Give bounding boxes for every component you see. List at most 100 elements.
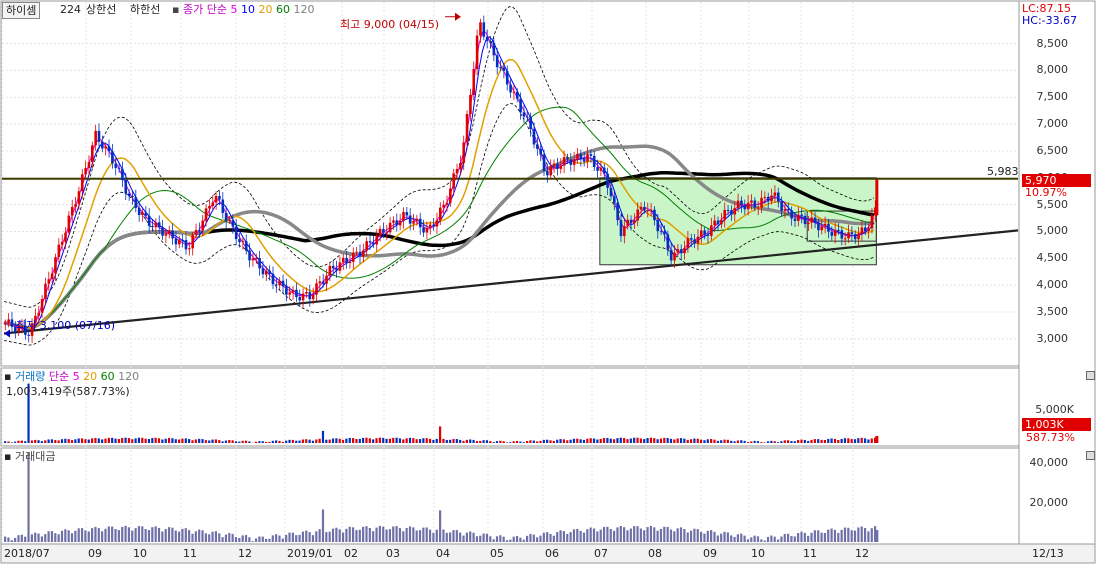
- amount-bar: [228, 532, 231, 542]
- amount-bar: [301, 531, 305, 542]
- volume-bar: [442, 438, 445, 443]
- price-y-tick: 8,500: [1036, 36, 1069, 50]
- candle-body: [542, 154, 546, 171]
- amount-bar: [663, 526, 666, 542]
- volume-bar: [592, 438, 596, 443]
- candle-body: [54, 257, 57, 274]
- amount-close-icon[interactable]: [1086, 451, 1095, 460]
- candle-body: [669, 249, 673, 261]
- volume-bar: [549, 440, 552, 443]
- amount-bar: [341, 532, 345, 542]
- chart-window: 하이셈 224 상한선 하한선 ▪ 종가 단순 5 10 20 60 120 L…: [0, 0, 1096, 564]
- stock-name-box[interactable]: 하이셈: [2, 2, 41, 19]
- volume-bar: [234, 441, 238, 443]
- amount-bar: [730, 535, 733, 542]
- candle-body: [817, 223, 820, 231]
- candle-body: [241, 241, 245, 243]
- candle-body: [753, 200, 757, 208]
- volume-close-icon[interactable]: [1086, 371, 1095, 380]
- volume-bar: [231, 440, 234, 443]
- candle-body: [428, 224, 432, 228]
- volume-bar: [412, 438, 415, 443]
- volume-bar: [7, 441, 10, 443]
- hc-value: HC:-33.67: [1022, 14, 1078, 27]
- candle-body: [793, 218, 797, 221]
- amount-bar: [827, 529, 830, 542]
- amount-bar: [459, 532, 462, 542]
- volume-bar: [659, 438, 663, 443]
- candle-body: [141, 212, 144, 216]
- volume-bar: [556, 439, 559, 443]
- candle-body: [676, 249, 680, 253]
- candle-body: [385, 232, 389, 234]
- amount-bar: [830, 528, 833, 542]
- amount-bar: [10, 540, 13, 542]
- volume-bar: [50, 439, 54, 443]
- volume-bar: [482, 440, 485, 443]
- amount-bar: [167, 527, 171, 542]
- volume-bar: [40, 441, 44, 443]
- candle-body: [439, 207, 442, 221]
- volume-bar: [693, 438, 696, 443]
- volume-bar: [562, 439, 566, 443]
- candle-body: [495, 55, 499, 68]
- volume-bar: [706, 439, 709, 443]
- limit-up-label: 상한선: [86, 3, 117, 16]
- amount-bar: [295, 535, 298, 542]
- volume-bar: [398, 438, 402, 443]
- candle-body: [830, 231, 834, 236]
- candle-body: [837, 229, 840, 231]
- volume-bar: [760, 442, 763, 443]
- amount-bar: [549, 533, 552, 542]
- amount-bar: [472, 532, 475, 542]
- volume-bar: [439, 426, 442, 443]
- candle-body: [519, 98, 522, 113]
- volume-bar: [315, 439, 318, 443]
- volume-bar: [388, 438, 392, 443]
- candle-body: [465, 113, 469, 143]
- candle-body: [606, 173, 609, 188]
- amount-bar: [783, 533, 786, 542]
- volume-bar: [833, 438, 837, 443]
- candle-body: [57, 244, 61, 258]
- amount-bar: [656, 530, 659, 542]
- amount-bar: [375, 527, 378, 542]
- candle-body: [720, 219, 723, 225]
- candle-body: [265, 270, 268, 275]
- volume-bar: [301, 439, 305, 443]
- volume-bar: [753, 440, 756, 443]
- price-y-tick: 4,000: [1036, 278, 1069, 292]
- volume-bar: [713, 439, 716, 443]
- candle-body: [807, 222, 810, 224]
- ma-legend: ▪ 종가 단순 5 10 20 60 120: [172, 3, 314, 16]
- volume-bar: [843, 438, 847, 443]
- amount-bar: [278, 535, 281, 542]
- candle-body: [358, 251, 362, 257]
- amount-bar: [756, 536, 760, 542]
- volume-bar: [542, 439, 545, 443]
- amount-bar: [194, 531, 197, 542]
- amount-bar: [659, 528, 663, 542]
- amount-bar: [492, 539, 495, 542]
- volume-bar: [228, 439, 231, 443]
- candle-body: [823, 223, 827, 227]
- amount-bar: [452, 530, 455, 542]
- price-y-tick: 5,000: [1036, 224, 1069, 238]
- volume-bar: [358, 438, 361, 443]
- volume-bar: [853, 439, 857, 443]
- candle-body: [131, 196, 134, 198]
- volume-bar: [566, 440, 569, 443]
- price-y-tick: 3,000: [1036, 331, 1069, 345]
- volume-bar: [469, 439, 472, 443]
- amount-bar: [425, 527, 428, 542]
- volume-bar: [318, 438, 321, 443]
- amount-bar: [576, 528, 579, 542]
- candle-body: [37, 312, 41, 316]
- candle-body: [827, 223, 830, 232]
- candle-body: [743, 205, 747, 210]
- ma-legend-item: 120: [289, 3, 315, 16]
- candle-body: [311, 294, 315, 300]
- amount-bar: [124, 525, 127, 542]
- candle-body: [522, 112, 526, 117]
- amount-bar: [633, 526, 636, 542]
